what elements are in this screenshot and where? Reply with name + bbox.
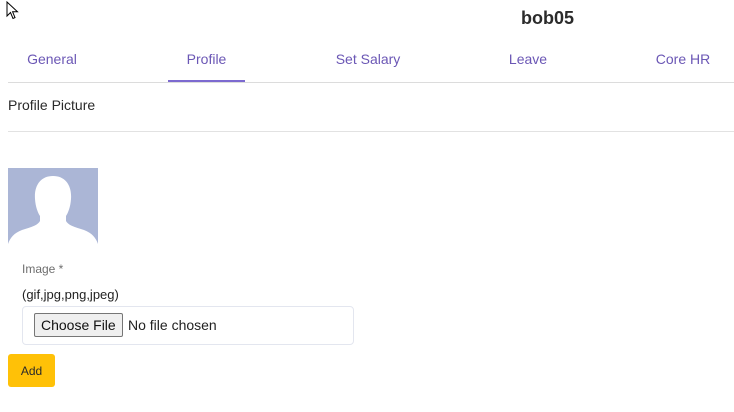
add-button[interactable]: Add — [8, 354, 55, 387]
mouse-cursor-icon — [6, 1, 19, 20]
file-status-text: No file chosen — [128, 317, 217, 333]
choose-file-button[interactable]: Choose File — [34, 313, 123, 337]
profile-tabs: General Profile Set Salary Leave Core HR — [8, 38, 734, 83]
section-divider — [8, 131, 734, 132]
tab-leave[interactable]: Leave — [490, 38, 566, 81]
image-file-input[interactable]: Choose File No file chosen — [22, 306, 354, 345]
default-user-silhouette-icon — [8, 176, 98, 258]
tab-profile[interactable]: Profile — [168, 38, 245, 82]
employee-profile-page: bob05 General Profile Set Salary Leave C… — [0, 0, 734, 412]
employee-username: bob05 — [520, 8, 574, 28]
allowed-formats-hint: (gif,jpg,png,jpeg) — [22, 287, 119, 302]
tab-general[interactable]: General — [8, 38, 96, 81]
image-field-label: Image * — [22, 262, 64, 276]
avatar — [8, 168, 98, 258]
tab-set-salary[interactable]: Set Salary — [318, 38, 418, 81]
tab-core-hr[interactable]: Core HR — [638, 38, 728, 81]
section-title: Profile Picture — [8, 97, 96, 113]
